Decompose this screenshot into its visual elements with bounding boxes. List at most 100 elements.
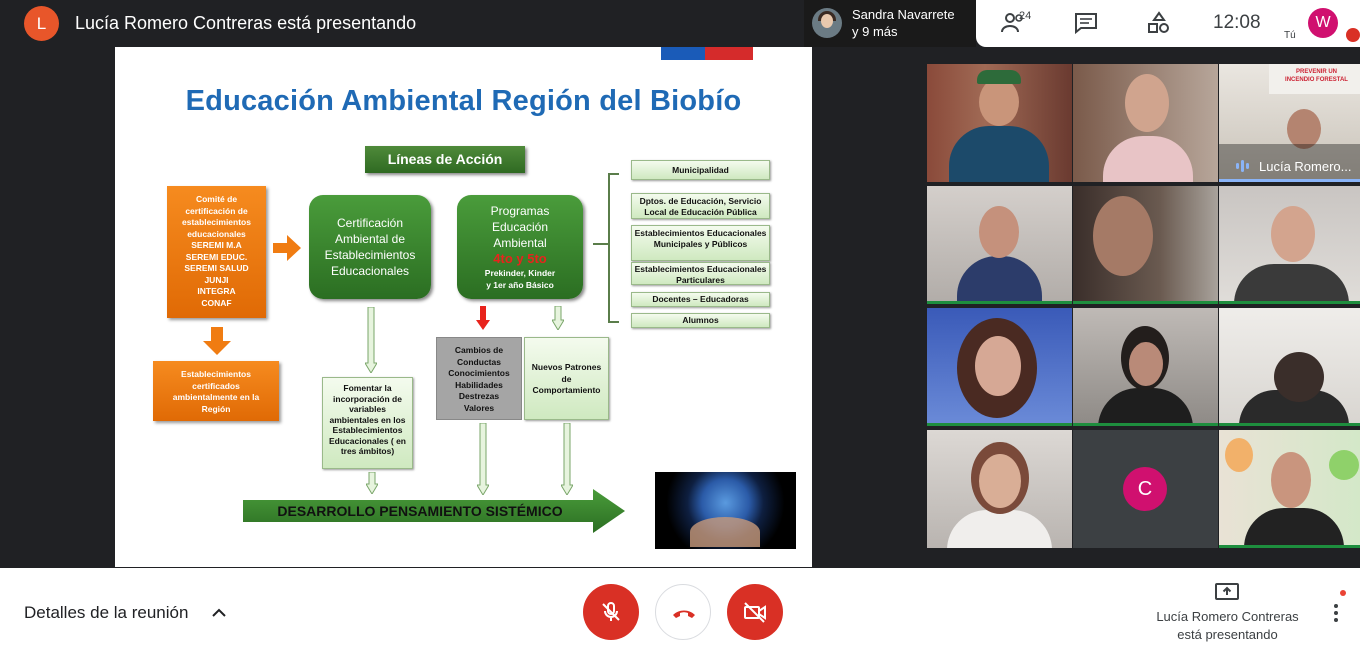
pinned-participant[interactable]: Sandra Navarrete y 9 más [804,0,976,47]
participant-tile[interactable] [1219,308,1360,426]
tile-bar [1073,423,1218,426]
certified-line: ambientalmente en la [172,392,260,402]
participant-tile[interactable]: PREVENIR UN INCENDIO FORESTAL Lucía Rome… [1219,64,1360,182]
tile-bar [1219,545,1360,548]
participant-video [977,70,1021,84]
participant-tile[interactable] [1073,64,1218,182]
participant-video [957,256,1042,304]
mic-off-icon [602,602,620,621]
leave-call-button[interactable] [655,584,711,640]
nuevos-line: Nuevos Patrones [531,362,602,372]
nuevos-line: Comportamiento [532,385,601,395]
committee-box: Comité de certificación de establecimien… [167,186,266,318]
tile-bar [1073,301,1218,304]
self-label: Tú [1284,30,1296,41]
participant-video [947,510,1052,548]
green-arrow-down [552,306,564,330]
self-avatar[interactable]: W [1308,8,1338,38]
top-bar: L Lucía Romero Contreras está presentand… [0,0,1360,47]
committee-line: CONAF [201,297,232,308]
participant-video [1244,508,1344,548]
lineas-de-accion-label: Líneas de Acción [365,146,525,173]
participant-tile[interactable] [927,186,1072,304]
committee-line: SEREMI M.A [191,240,242,250]
cambios-line: Destrezas [458,391,500,401]
presenting-status[interactable]: Lucía Romero Contreras está presentando [1150,608,1305,644]
chevron-up-icon[interactable] [211,606,227,618]
cambios-line: Valores [463,402,495,413]
desarrollo-label: DESARROLLO PENSAMIENTO SISTÉMICO [277,503,563,519]
present-screen-icon[interactable] [1214,582,1240,602]
certified-line: Región [201,403,231,414]
poster-line: PREVENIR UN [1295,69,1337,75]
mic-toggle-button[interactable] [583,584,639,640]
activities-icon[interactable] [1146,11,1172,35]
certificacion-box: Certificación Ambiental de Establecimien… [309,195,431,299]
cambios-line: Conductas [457,356,501,367]
pinned-name-line1: Sandra Navarrete [852,7,955,22]
camera-toggle-button[interactable] [727,584,783,640]
tile-bar [1219,423,1360,426]
fomentar-box: Fomentar la incorporación de variables a… [322,377,413,469]
committee-line: SEREMI SALUD [184,263,249,273]
participant-tile[interactable]: C [1073,430,1218,548]
cambios-line: Cambios de [454,345,504,355]
participant-video [975,336,1021,396]
cambios-box: Cambios de Conductas Conocimientos Habil… [436,337,522,420]
certificacion-line: Establecimientos [324,248,416,262]
presentation-slide: Educación Ambiental Región del Biobío Lí… [115,47,812,567]
participant-tile[interactable] [927,430,1072,548]
chat-icon[interactable] [1073,11,1099,35]
participant-tile[interactable] [1219,430,1360,548]
programas-sub: y 1er año Básico [486,280,554,290]
participant-video [1103,136,1193,182]
participant-tile[interactable] [1219,186,1360,304]
flag-stripe-blue [661,47,705,60]
participant-video [979,454,1021,508]
clock: 12:08 [1213,12,1261,33]
certificacion-line: Certificación [336,216,404,230]
red-arrow-down [476,306,490,330]
fomentar-line: incorporación de [333,393,402,404]
participant-name: Lucía Romero... [1259,159,1352,174]
more-options-icon[interactable] [1330,602,1342,624]
participant-video [1125,74,1169,132]
list-item: Establecimientos Educacionales Municipal… [631,225,770,261]
participant-tile[interactable] [927,308,1072,426]
cartoon-decoration [1329,450,1359,480]
participant-video [1271,452,1311,508]
green-arrow-down [365,307,377,373]
self-mic-muted-icon [1346,28,1360,42]
committee-line: INTEGRA [197,286,236,296]
programas-sub: Prekinder, Kinder [484,268,556,278]
fomentar-line: Educacionales ( en [329,435,406,446]
cartoon-decoration [1225,438,1253,472]
flag-stripe-red [705,47,753,60]
participant-count: 24 [1019,10,1032,22]
nuevos-line: de [561,373,572,384]
participant-tile[interactable] [1073,308,1218,426]
certified-line: certificados [192,380,240,391]
hang-up-icon [673,610,695,618]
list-item: Municipalidad [631,160,770,180]
cambios-line: Habilidades [455,379,503,390]
fomentar-line: tres ámbitos) [340,446,395,456]
participant-tile[interactable] [1073,186,1218,304]
list-item: Alumnos [631,313,770,328]
pinned-name-line2: y 9 más [852,24,898,39]
participant-video [1129,342,1163,386]
committee-line: JUNJI [204,274,229,285]
committee-line: educacionales [187,228,246,239]
earth-in-hands-image [655,472,796,549]
orange-arrow-right [273,235,301,261]
bottom-bar: Detalles de la reunión Lucía Romero Cont… [0,568,1360,651]
fomentar-line: Establecimientos [332,425,403,435]
participant-video [1287,109,1321,149]
list-item: Docentes – Educadoras [631,292,770,307]
participant-video [1098,388,1193,426]
committee-line: establecimientos [182,217,251,227]
meeting-details-button[interactable]: Detalles de la reunión [24,603,188,623]
participant-tile[interactable] [927,64,1072,182]
presenter-avatar: L [24,6,59,41]
presenting-line1: Lucía Romero Contreras [1156,609,1299,624]
